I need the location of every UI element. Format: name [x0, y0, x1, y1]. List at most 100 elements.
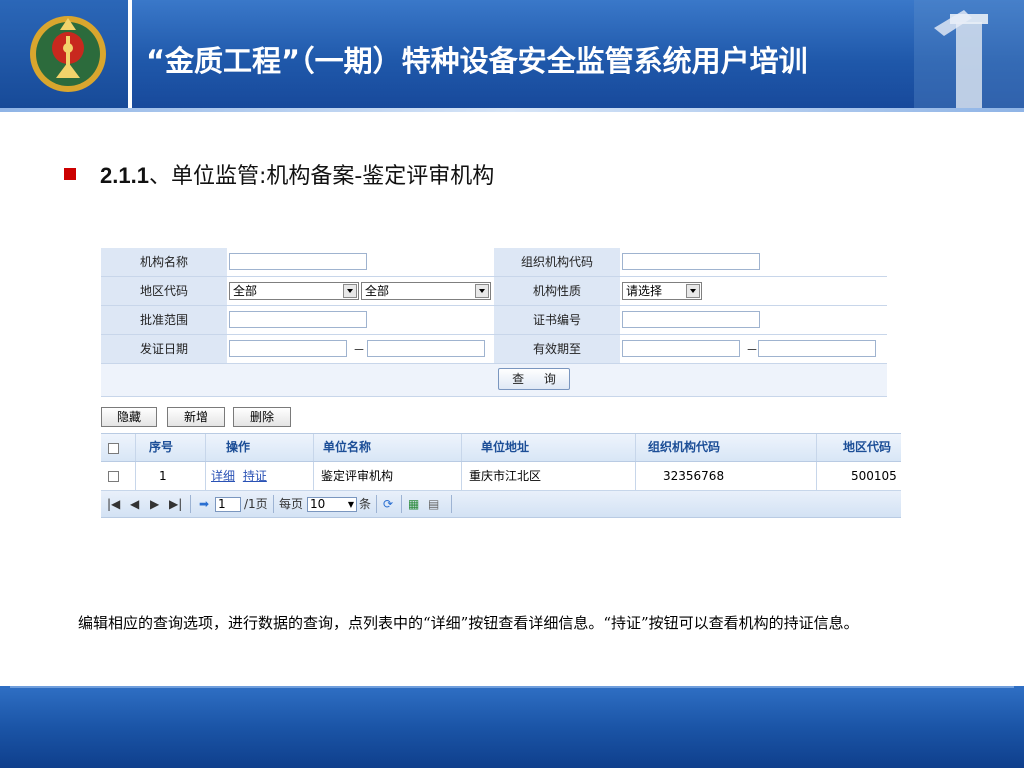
issue-date-end-input[interactable] — [367, 340, 485, 357]
org-name-input[interactable] — [229, 253, 367, 270]
cert-link[interactable]: 持证 — [243, 469, 267, 483]
date-separator: － — [353, 343, 366, 357]
scope-label: 批准范围 — [101, 306, 227, 334]
date-separator: － — [746, 343, 759, 357]
pager-divider — [451, 495, 452, 513]
table-row[interactable]: 1 详细 持证 鉴定评审机构 重庆市江北区 32356768 500105 — [101, 462, 901, 491]
grid-column-divider — [135, 434, 136, 461]
region-select-province-value: 全部 — [233, 284, 258, 298]
last-page-icon[interactable]: ▶| — [169, 495, 182, 513]
column-header-address[interactable]: 单位地址 — [481, 434, 529, 460]
add-button[interactable]: 新增 — [167, 407, 225, 427]
pager-divider — [190, 495, 191, 513]
header-divider — [0, 108, 1024, 112]
grid-column-divider — [635, 462, 636, 490]
column-header-region-code[interactable]: 地区代码 — [843, 434, 891, 460]
prev-page-icon[interactable]: ◀ — [130, 495, 139, 513]
row-index: 1 — [159, 469, 167, 483]
per-page-unit: 条 — [359, 497, 372, 511]
column-header-index[interactable]: 序号 — [149, 434, 173, 460]
form-row-region: 地区代码 全部 全部 机构性质 请选择 — [101, 277, 887, 306]
cert-no-label: 证书编号 — [494, 306, 620, 334]
page-number-input[interactable]: 1 — [215, 497, 241, 512]
cert-no-input[interactable] — [622, 311, 760, 328]
issue-date-cell: － — [227, 335, 494, 363]
valid-until-cell: － — [620, 335, 887, 363]
form-row-date: 发证日期 － 有效期至 － — [101, 335, 887, 364]
grid-column-divider — [635, 434, 636, 461]
chevron-down-icon: ▼ — [347, 500, 354, 509]
results-grid: 序号 操作 单位名称 单位地址 组织机构代码 地区代码 1 详细 持证 鉴定评审… — [101, 433, 901, 491]
column-header-name[interactable]: 单位名称 — [323, 434, 371, 460]
footer-divider — [10, 686, 1014, 688]
search-form: 机构名称 组织机构代码 地区代码 全部 全部 机构性质 请选择 批准范围 证书编… — [101, 248, 887, 397]
region-select-city[interactable]: 全部 — [361, 282, 491, 300]
header-banner: “金质工程”（一期）特种设备安全监管系统用户培训 — [0, 0, 1024, 112]
nature-cell: 请选择 — [620, 277, 887, 305]
pager-bar: |◀ ◀ ▶ ▶| ➡ 1 /1页 每页 10 ▼ 条 ⟳ ▦ ▤ — [101, 491, 901, 518]
per-page-label: 每页 — [279, 497, 304, 511]
org-code-input[interactable] — [622, 253, 760, 270]
row-org-code: 32356768 — [663, 469, 725, 483]
query-button[interactable]: 查 询 — [498, 368, 570, 390]
form-row-actions: 查 询 — [101, 364, 887, 397]
issue-date-label: 发证日期 — [101, 335, 227, 363]
footer-band — [0, 686, 1024, 768]
refresh-icon[interactable]: ⟳ — [383, 495, 393, 513]
chevron-down-icon — [475, 284, 489, 298]
per-page-select[interactable]: 10 ▼ — [307, 497, 357, 512]
grid-header: 序号 操作 单位名称 单位地址 组织机构代码 地区代码 — [101, 433, 901, 462]
nature-select[interactable]: 请选择 — [622, 282, 702, 300]
pager-divider — [401, 495, 402, 513]
form-row-name: 机构名称 组织机构代码 — [101, 248, 887, 277]
next-page-icon[interactable]: ▶ — [150, 495, 159, 513]
hide-button[interactable]: 隐藏 — [101, 407, 157, 427]
grid-column-divider — [313, 434, 314, 461]
emblem-panel — [0, 0, 132, 108]
nature-select-value: 请选择 — [626, 284, 663, 298]
valid-until-label: 有效期至 — [494, 335, 620, 363]
row-actions: 详细 持证 — [211, 462, 267, 490]
region-cell: 全部 全部 — [227, 277, 494, 305]
nature-label: 机构性质 — [494, 277, 620, 305]
detail-link[interactable]: 详细 — [211, 469, 235, 483]
pillar-decoration-icon — [914, 0, 1024, 108]
region-label: 地区代码 — [101, 277, 227, 305]
grid-column-divider — [135, 462, 136, 490]
pager-divider — [376, 495, 377, 513]
region-select-province[interactable]: 全部 — [229, 282, 359, 300]
grid-column-divider — [205, 462, 206, 490]
scope-input[interactable] — [229, 311, 367, 328]
bullet-square-icon — [64, 168, 76, 180]
per-page-value: 10 — [310, 497, 326, 511]
section-heading: 2.1.1、单位监管:机构备案-鉴定评审机构 — [64, 158, 494, 190]
first-page-icon[interactable]: |◀ — [107, 495, 120, 513]
grid-column-divider — [205, 434, 206, 461]
org-code-label: 组织机构代码 — [494, 248, 620, 276]
cert-no-cell — [620, 306, 887, 334]
row-checkbox[interactable] — [108, 471, 119, 482]
form-row-scope: 批准范围 证书编号 — [101, 306, 887, 335]
grid-column-divider — [816, 434, 817, 461]
row-name: 鉴定评审机构 — [321, 469, 394, 483]
select-all-checkbox[interactable] — [108, 443, 119, 454]
grid-column-divider — [461, 434, 462, 461]
section-number: 2.1.1 — [100, 163, 149, 188]
region-select-city-value: 全部 — [365, 284, 390, 298]
issue-date-start-input[interactable] — [229, 340, 347, 357]
excel-export-icon[interactable]: ▦ — [408, 495, 419, 513]
pager-divider — [273, 495, 274, 513]
valid-until-start-input[interactable] — [622, 340, 740, 357]
org-name-cell — [227, 248, 494, 276]
goto-arrow-icon[interactable]: ➡ — [199, 495, 209, 513]
delete-button[interactable]: 删除 — [233, 407, 291, 427]
column-header-action[interactable]: 操作 — [226, 434, 250, 460]
chevron-down-icon — [686, 284, 700, 298]
org-name-label: 机构名称 — [101, 248, 227, 276]
valid-until-end-input[interactable] — [758, 340, 876, 357]
row-address: 重庆市江北区 — [469, 469, 542, 483]
document-icon[interactable]: ▤ — [428, 495, 439, 513]
column-header-org-code[interactable]: 组织机构代码 — [648, 434, 720, 460]
description-text: 编辑相应的查询选项，进行数据的查询，点列表中的“详细”按钮查看详细信息。“持证”… — [78, 614, 859, 632]
row-region-code: 500105 — [851, 469, 897, 483]
